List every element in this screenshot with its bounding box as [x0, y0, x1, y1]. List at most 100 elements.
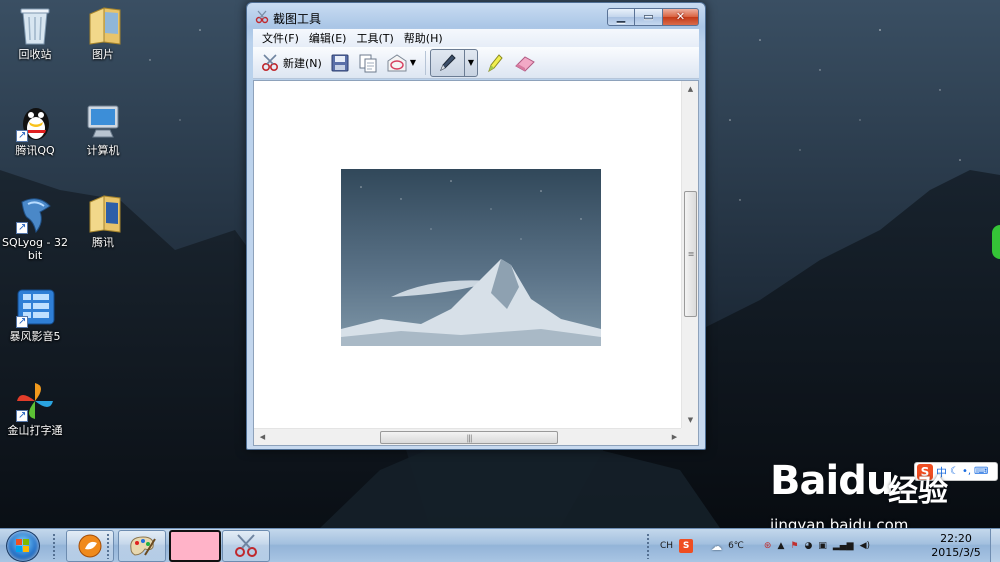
- new-snip-button[interactable]: 新建(N): [257, 50, 325, 76]
- language-indicator[interactable]: CH: [660, 541, 673, 551]
- system-tray: CH S ☁ 6℃ ⊛ ▲ ⚑ ◕ ▣ ▂▄▆ ◀): [660, 529, 870, 562]
- temperature-label[interactable]: 6℃: [728, 541, 744, 551]
- caption-buttons: ▁ ▭ ✕: [607, 8, 699, 26]
- shortcut-arrow-icon: [16, 129, 28, 142]
- horizontal-scroll-thumb[interactable]: |||: [380, 431, 558, 444]
- computer-icon: [82, 100, 124, 142]
- eraser-button[interactable]: [510, 50, 540, 76]
- folder-icon: [82, 4, 124, 46]
- taskbar: CH S ☁ 6℃ ⊛ ▲ ⚑ ◕ ▣ ▂▄▆ ◀) 22:20 2015/3/…: [0, 528, 1000, 562]
- vertical-scrollbar[interactable]: ▲ ≡ ▼: [681, 81, 698, 429]
- video-player-icon: [14, 286, 56, 328]
- menu-file[interactable]: 文件(F): [257, 30, 304, 46]
- chevron-down-icon[interactable]: ▼: [410, 58, 416, 67]
- menu-help[interactable]: 帮助(H): [399, 30, 448, 46]
- grip-icon: ≡: [687, 249, 695, 259]
- window-title: 截图工具: [273, 12, 322, 26]
- menu-edit[interactable]: 编辑(E): [304, 30, 352, 46]
- eraser-icon: [515, 55, 535, 72]
- scroll-up-icon[interactable]: ▲: [682, 81, 698, 98]
- qq-penguin-icon: [14, 100, 56, 142]
- weather-cloud-icon[interactable]: ☁: [711, 540, 722, 553]
- send-email-icon: [387, 53, 407, 71]
- paint-palette-icon: [130, 536, 156, 556]
- menu-bar: 文件(F) 编辑(E) 工具(T) 帮助(H): [253, 29, 699, 47]
- desktop-icon-recycle-bin[interactable]: 回收站: [0, 4, 74, 61]
- monitor-icon[interactable]: ▣: [818, 541, 827, 551]
- clock[interactable]: 22:20 2015/3/5: [924, 532, 988, 560]
- scrollbar-corner: [681, 428, 698, 445]
- tray-expand-icon[interactable]: ▲: [777, 541, 784, 551]
- toolbar: 新建(N) ▼ ▼: [253, 47, 699, 79]
- taskbar-app-paint[interactable]: [118, 530, 166, 562]
- watermark-logo: Baidu: [770, 458, 894, 504]
- recycle-bin-icon: [14, 4, 56, 46]
- menu-tools[interactable]: 工具(T): [351, 30, 398, 46]
- pen-icon: [440, 53, 457, 71]
- desktop-icon-label: 腾讯: [92, 236, 114, 249]
- start-button[interactable]: [6, 530, 40, 562]
- copy-button[interactable]: [355, 50, 381, 76]
- pinwheel-icon: [14, 380, 56, 422]
- desktop-icon-baofeng[interactable]: 暴风影音5: [0, 286, 74, 343]
- desktop-icon-label: 暴风影音5: [9, 330, 61, 343]
- dolphin-icon: [14, 192, 56, 234]
- folder-icon: [82, 192, 124, 234]
- new-snip-label: 新建(N): [283, 56, 322, 70]
- clock-time: 22:20: [940, 532, 972, 545]
- scissors-icon: [235, 534, 257, 557]
- desktop-icon-typing[interactable]: 金山打字通: [0, 380, 74, 437]
- save-button[interactable]: [327, 50, 353, 76]
- baidu-jingyan-watermark: Baidu 经验 jingyan.baidu.com: [770, 448, 1000, 534]
- desktop-icon-label: 计算机: [86, 144, 120, 157]
- pen-tool-main[interactable]: [431, 49, 465, 76]
- title-bar[interactable]: 截图工具 ▁ ▭ ✕: [247, 3, 705, 31]
- maximize-button[interactable]: ▭: [635, 8, 663, 26]
- volume-icon[interactable]: ◀): [860, 541, 870, 551]
- security-icon[interactable]: ⊛: [764, 541, 772, 551]
- desktop-icon-tencent[interactable]: 腾讯: [64, 192, 142, 249]
- highlighter-button[interactable]: [482, 50, 508, 76]
- captured-snip-image: [341, 169, 601, 346]
- watermark-suffix: 经验: [888, 474, 948, 509]
- highlighter-icon: [488, 53, 503, 72]
- send-snip-button[interactable]: ▼: [383, 50, 419, 76]
- grip-icon: |||: [466, 433, 472, 442]
- desktop-icon-label: SQLyog - 32 bit: [2, 236, 68, 262]
- flag-icon[interactable]: ⚑: [790, 541, 798, 551]
- show-desktop-button[interactable]: [990, 529, 1000, 562]
- desktop-icon-sqlyog[interactable]: SQLyog - 32 bit: [0, 192, 74, 262]
- scroll-left-icon[interactable]: ◀: [254, 429, 271, 445]
- taskbar-gripper[interactable]: [106, 533, 111, 559]
- desktop-icon-label: 腾讯QQ: [15, 144, 55, 157]
- close-button[interactable]: ✕: [663, 8, 699, 26]
- vertical-scroll-thumb[interactable]: ≡: [684, 191, 697, 317]
- desktop-icon-qq[interactable]: 腾讯QQ: [0, 100, 74, 157]
- sogou-tray-icon[interactable]: S: [679, 539, 694, 553]
- shortcut-arrow-icon: [16, 409, 28, 422]
- desktop-icon-pictures[interactable]: 图片: [64, 4, 142, 61]
- qq-tray-icon[interactable]: ◕: [804, 541, 812, 551]
- chevron-down-icon[interactable]: ▼: [465, 58, 477, 67]
- windows-logo-icon: [16, 539, 29, 552]
- desktop-icon-label: 回收站: [18, 48, 52, 61]
- desktop-icon-computer[interactable]: 计算机: [64, 100, 142, 157]
- scroll-down-icon[interactable]: ▼: [682, 412, 698, 429]
- save-icon: [331, 54, 349, 71]
- new-snip-icon: [261, 53, 279, 71]
- network-icon[interactable]: ▂▄▆: [833, 541, 854, 551]
- pen-tool-button[interactable]: ▼: [429, 48, 478, 77]
- taskbar-gripper[interactable]: [646, 533, 651, 559]
- taskbar-app-active-highlight[interactable]: [169, 530, 221, 562]
- shortcut-arrow-icon: [16, 221, 28, 234]
- clock-date: 2015/3/5: [931, 546, 981, 559]
- minimize-button[interactable]: ▁: [607, 8, 635, 26]
- desktop-icon-label: 图片: [92, 48, 114, 61]
- floating-side-tab[interactable]: [992, 225, 1000, 259]
- taskbar-gripper[interactable]: [52, 533, 57, 559]
- snipping-tool-window[interactable]: 截图工具 ▁ ▭ ✕ 文件(F) 编辑(E) 工具(T) 帮助(H) 新建(N): [246, 2, 706, 450]
- taskbar-app-snipping-tool[interactable]: [222, 530, 270, 562]
- horizontal-scrollbar[interactable]: ◀ ||| ▶: [254, 428, 683, 445]
- snip-canvas[interactable]: ▲ ≡ ▼ ◀ ||| ▶: [253, 80, 699, 446]
- desktop-icon-label: 金山打字通: [7, 424, 63, 437]
